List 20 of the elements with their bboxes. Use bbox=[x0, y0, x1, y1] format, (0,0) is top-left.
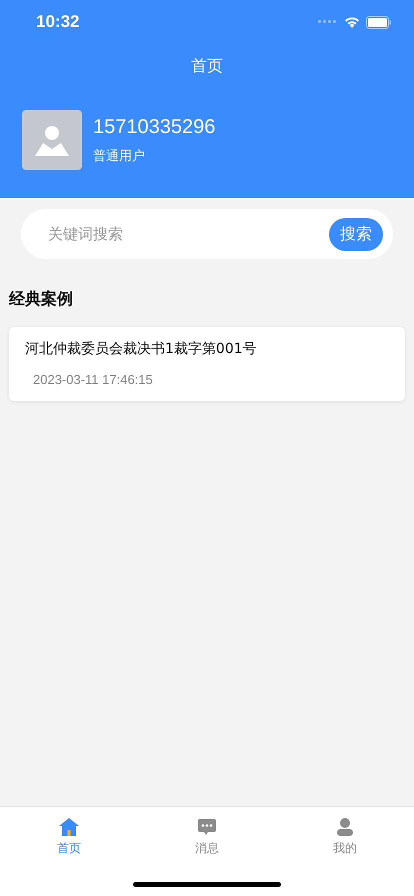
tab-item[interactable]: 我的 bbox=[305, 817, 385, 896]
tab-item[interactable]: 消息 bbox=[167, 817, 247, 896]
phone-number: 15710335296 bbox=[93, 116, 216, 138]
wifi-icon bbox=[344, 16, 360, 28]
user-role: 普通用户 bbox=[93, 148, 146, 164]
section-title: 经典案例 bbox=[9, 289, 74, 310]
page-title: 首页 bbox=[190, 55, 224, 77]
battery-icon bbox=[366, 16, 392, 28]
home-icon bbox=[58, 817, 80, 837]
case-time: 2023-03-11 17:46:15 bbox=[32, 372, 154, 387]
tab-item[interactable]: 首页 bbox=[29, 817, 109, 896]
avatar-icon bbox=[22, 110, 82, 170]
search-button[interactable]: 搜索 bbox=[329, 218, 383, 250]
signal-icon bbox=[318, 20, 338, 24]
person-icon bbox=[336, 817, 354, 837]
case-title: 河北仲裁委员会裁决书1裁字第001号 bbox=[25, 340, 258, 358]
search-field[interactable]: 关键词搜索 搜索 bbox=[21, 209, 393, 259]
case-card[interactable]: 河北仲裁委员会裁决书1裁字第001号 2023-03-11 17:46:15 bbox=[9, 327, 405, 401]
status-time: 10:32 bbox=[36, 12, 80, 32]
chat-icon bbox=[197, 817, 217, 837]
